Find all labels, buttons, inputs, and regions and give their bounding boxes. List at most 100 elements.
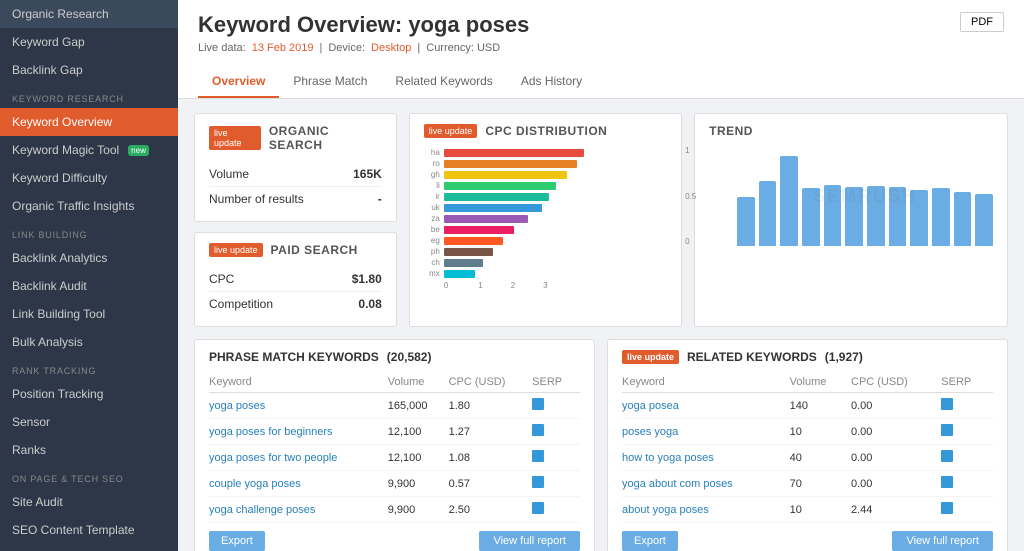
related-serp-3[interactable] <box>941 471 993 497</box>
sidebar-item-bulk-analysis[interactable]: Bulk Analysis <box>0 328 178 356</box>
related-cpc-4: 2.44 <box>851 497 941 523</box>
cpc-bar-ha <box>444 149 584 157</box>
phrase-serp-1[interactable] <box>532 419 580 445</box>
trend-bar-9 <box>932 188 950 246</box>
related-serp-icon-1[interactable] <box>941 424 953 436</box>
related-serp-icon-0[interactable] <box>941 398 953 410</box>
pdf-button[interactable]: PDF <box>960 12 1004 32</box>
phrase-match-table: Keyword Volume CPC (USD) SERP yoga poses… <box>209 372 580 523</box>
phrase-keyword-3: couple yoga poses <box>209 471 388 497</box>
sidebar-item-keyword-overview[interactable]: Keyword Overview <box>0 108 178 136</box>
related-keyword-link-3[interactable]: yoga about com poses <box>622 478 733 490</box>
related-keyword-link-2[interactable]: how to yoga poses <box>622 452 714 464</box>
cpc-chart: haroghliirukzabeegphchmx <box>424 148 667 278</box>
cpc-bar-label-eg: eg <box>424 236 440 245</box>
sidebar-item-backlink-audit[interactable]: Backlink Audit <box>0 272 178 300</box>
meta-device[interactable]: Desktop <box>371 42 411 54</box>
sidebar-item-link-building-tool[interactable]: Link Building Tool <box>0 300 178 328</box>
related-keywords-footer: Export View full report <box>622 531 993 551</box>
sidebar-item-position-tracking[interactable]: Position Tracking <box>0 380 178 408</box>
sidebar-section-label-link-building: LINK BUILDING <box>0 220 178 244</box>
sidebar-item-keyword-difficulty[interactable]: Keyword Difficulty <box>0 164 178 192</box>
cpc-bar-li <box>444 182 556 190</box>
sidebar-item-backlink-analytics[interactable]: Backlink Analytics <box>0 244 178 272</box>
trend-bar-fill-4 <box>824 185 842 246</box>
phrase-serp-4[interactable] <box>532 497 580 523</box>
sidebar-item-label-bulk-analysis: Bulk Analysis <box>12 335 83 349</box>
results-value: - <box>378 192 382 206</box>
related-view-full-button[interactable]: View full report <box>892 531 993 551</box>
volume-metric: Volume 165K <box>209 162 382 187</box>
related-keyword-3: yoga about com poses <box>622 471 790 497</box>
trend-y-labels: 1 0.5 0 <box>685 146 696 246</box>
related-keyword-link-1[interactable]: poses yoga <box>622 426 678 438</box>
sidebar-item-site-audit[interactable]: Site Audit <box>0 488 178 516</box>
sidebar-item-seo-content-template[interactable]: SEO Content Template <box>0 516 178 544</box>
phrase-cpc-0: 1.80 <box>449 393 533 419</box>
phrase-export-button[interactable]: Export <box>209 531 265 551</box>
sidebar-item-label-keyword-magic-tool: Keyword Magic Tool <box>12 143 119 157</box>
related-serp-icon-3[interactable] <box>941 476 953 488</box>
sidebar-item-sensor[interactable]: Sensor <box>0 408 178 436</box>
phrase-view-full-button[interactable]: View full report <box>479 531 580 551</box>
title-prefix: Keyword Overview: <box>198 12 402 37</box>
sidebar-item-organic-traffic-insights[interactable]: Organic Traffic Insights <box>0 192 178 220</box>
meta-date[interactable]: 13 Feb 2019 <box>252 42 314 54</box>
phrase-match-row-0: yoga poses 165,000 1.80 <box>209 393 580 419</box>
phrase-serp-2[interactable] <box>532 445 580 471</box>
related-serp-2[interactable] <box>941 445 993 471</box>
related-serp-icon-4[interactable] <box>941 502 953 514</box>
sidebar-item-keyword-magic-tool[interactable]: Keyword Magic Toolnew <box>0 136 178 164</box>
phrase-serp-0[interactable] <box>532 393 580 419</box>
cpc-bar-label-ph: ph <box>424 247 440 256</box>
related-serp-4[interactable] <box>941 497 993 523</box>
page-title: Keyword Overview: yoga poses <box>198 12 529 38</box>
related-serp-icon-2[interactable] <box>941 450 953 462</box>
related-export-button[interactable]: Export <box>622 531 678 551</box>
cpc-bar-ph <box>444 248 493 256</box>
phrase-keyword-link-1[interactable]: yoga poses for beginners <box>209 426 333 438</box>
sidebar-item-label-organic-research: Organic Research <box>12 7 109 21</box>
trend-bar-fill-0 <box>737 197 755 247</box>
phrase-keyword-link-0[interactable]: yoga poses <box>209 400 265 412</box>
sidebar-item-label-keyword-overview: Keyword Overview <box>12 115 112 129</box>
tab-related-keywords[interactable]: Related Keywords <box>381 66 506 98</box>
related-keywords-card: live update RELATED KEYWORDS (1,927) Key… <box>607 339 1008 551</box>
related-serp-0[interactable] <box>941 393 993 419</box>
serp-icon-1[interactable] <box>532 424 544 436</box>
serp-icon-4[interactable] <box>532 502 544 514</box>
sidebar-item-label-sensor: Sensor <box>12 415 50 429</box>
sidebar-item-on-page-seo-checker[interactable]: On Page SEO Checker <box>0 544 178 551</box>
tab-ads-history[interactable]: Ads History <box>507 66 596 98</box>
tab-overview[interactable]: Overview <box>198 66 279 98</box>
paid-search-card: live update PAID SEARCH CPC $1.80 Compet… <box>194 232 397 327</box>
related-serp-1[interactable] <box>941 419 993 445</box>
sidebar: Organic Research Keyword GapBacklink Gap K… <box>0 0 178 551</box>
sidebar-item-organic-research[interactable]: Organic Research <box>0 0 178 28</box>
serp-icon-2[interactable] <box>532 450 544 462</box>
related-keyword-row-2: how to yoga poses 40 0.00 <box>622 445 993 471</box>
meta-device-label: Device: <box>328 42 365 54</box>
related-keyword-link-4[interactable]: about yoga poses <box>622 504 709 516</box>
phrase-keyword-2: yoga poses for two people <box>209 445 388 471</box>
related-keyword-0: yoga posea <box>622 393 790 419</box>
results-label: Number of results <box>209 192 304 206</box>
related-keyword-link-0[interactable]: yoga posea <box>622 400 679 412</box>
sidebar-item-keyword-gap[interactable]: Keyword Gap <box>0 28 178 56</box>
tab-phrase-match[interactable]: Phrase Match <box>279 66 381 98</box>
serp-icon-0[interactable] <box>532 398 544 410</box>
trend-bar-2 <box>780 156 798 246</box>
related-keyword-row-0: yoga posea 140 0.00 <box>622 393 993 419</box>
phrase-serp-3[interactable] <box>532 471 580 497</box>
phrase-volume-3: 9,900 <box>388 471 449 497</box>
cpc-bar-za <box>444 215 528 223</box>
sidebar-item-backlink-gap[interactable]: Backlink Gap <box>0 56 178 84</box>
phrase-keyword-link-2[interactable]: yoga poses for two people <box>209 452 337 464</box>
serp-icon-3[interactable] <box>532 476 544 488</box>
sidebar-item-ranks[interactable]: Ranks <box>0 436 178 464</box>
phrase-keyword-link-4[interactable]: yoga challenge poses <box>209 504 315 516</box>
sidebar-item-label-site-audit: Site Audit <box>12 495 63 509</box>
phrase-keyword-link-3[interactable]: couple yoga poses <box>209 478 301 490</box>
related-keywords-label: RELATED KEYWORDS <box>687 350 817 364</box>
cpc-label: CPC <box>209 272 234 286</box>
